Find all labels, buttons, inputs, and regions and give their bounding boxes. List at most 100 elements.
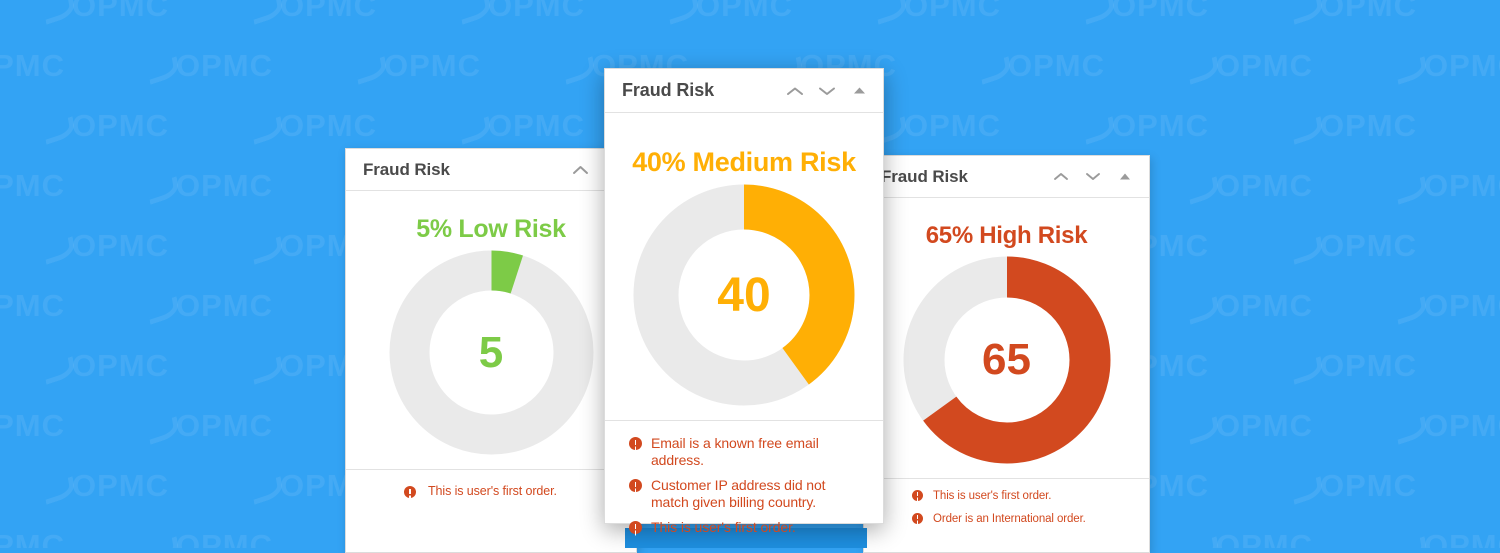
swoosh-check-icon xyxy=(564,58,590,80)
watermark-opmc: OPMC xyxy=(1188,48,1313,84)
panel-body: 65% High Risk 65 This is user's first or… xyxy=(864,198,1149,538)
alert-exclamation-icon xyxy=(912,490,923,501)
swoosh-check-icon xyxy=(1084,118,1110,140)
swoosh-check-icon xyxy=(1292,238,1318,260)
watermark-opmc: OPMC xyxy=(460,0,585,24)
watermark-opmc: OPMC xyxy=(876,108,1001,144)
swoosh-check-icon xyxy=(44,478,70,500)
watermark-opmc: OPMC xyxy=(1188,528,1313,548)
swoosh-check-icon xyxy=(252,478,278,500)
swoosh-check-icon xyxy=(1188,418,1214,440)
fraud-risk-panel-medium: Fraud Risk 40% Medium Risk 40 Email is a… xyxy=(604,68,884,535)
watermark-opmc: OPMC xyxy=(876,0,1001,24)
swoosh-check-icon xyxy=(44,358,70,380)
fraud-risk-panel-high: Fraud Risk 65% High Risk 65 This is user… xyxy=(863,155,1150,553)
swoosh-check-icon xyxy=(44,118,70,140)
watermark-opmc: OPMC xyxy=(1396,168,1500,204)
list-item: This is user's first order. xyxy=(404,484,620,500)
warning-text: Customer IP address did not match given … xyxy=(651,477,826,510)
alert-exclamation-icon xyxy=(912,513,923,524)
watermark-opmc: OPMC xyxy=(148,48,273,84)
watermark-opmc: OPMC xyxy=(44,108,169,144)
watermark-opmc: OPMC xyxy=(1084,108,1209,144)
donut-chart: 65 xyxy=(903,256,1111,464)
swoosh-check-icon xyxy=(1188,178,1214,200)
swoosh-check-icon xyxy=(148,538,174,548)
chevron-up-icon[interactable] xyxy=(785,81,805,101)
watermark-opmc: OPMC xyxy=(1292,0,1417,24)
donut-center-value: 65 xyxy=(982,335,1031,384)
donut-chart: 40 xyxy=(633,184,855,406)
warning-text: This is user's first order. xyxy=(933,490,1052,502)
watermark-opmc: OPMC xyxy=(1396,48,1500,84)
swoosh-check-icon xyxy=(980,58,1006,80)
warning-text: This is user's first order. xyxy=(651,519,796,535)
list-item: Customer IP address did not match given … xyxy=(629,477,865,510)
donut-chart-wrapper: 65 xyxy=(864,256,1149,464)
risk-label: 40% Medium Risk xyxy=(632,147,856,177)
watermark-opmc: OPMC xyxy=(44,468,169,504)
donut-center-value: 5 xyxy=(478,327,504,377)
chevron-up-icon[interactable] xyxy=(1051,167,1071,187)
triangle-up-icon[interactable] xyxy=(849,81,869,101)
swoosh-check-icon xyxy=(1292,358,1318,380)
watermark-opmc: OPMC xyxy=(1084,0,1209,24)
swoosh-check-icon xyxy=(1188,298,1214,320)
chevron-down-icon[interactable] xyxy=(817,81,837,101)
list-item: This is user's first order. xyxy=(912,489,1135,503)
swoosh-check-icon xyxy=(44,238,70,260)
triangle-up-icon[interactable] xyxy=(1115,167,1135,187)
swoosh-check-icon xyxy=(460,0,486,20)
watermark-opmc: OPMC xyxy=(252,0,377,24)
watermark-opmc: OPMC xyxy=(148,528,273,548)
swoosh-check-icon xyxy=(668,0,694,20)
alert-exclamation-icon xyxy=(404,486,416,498)
watermark-opmc: OPMC xyxy=(148,408,273,444)
donut-center-value: 40 xyxy=(717,268,771,322)
watermark-opmc: OPMC xyxy=(0,168,65,203)
list-item: Order is an International order. xyxy=(912,512,1135,526)
page-title: Fraud Risk xyxy=(881,166,968,186)
risk-label: 65% High Risk xyxy=(925,222,1088,249)
panel-header: Fraud Risk xyxy=(346,149,636,191)
swoosh-check-icon xyxy=(148,298,174,320)
swoosh-check-icon xyxy=(1396,298,1422,320)
watermark-opmc: OPMC xyxy=(1188,288,1313,324)
swoosh-check-icon xyxy=(1396,538,1422,548)
panel-controls xyxy=(1051,167,1135,187)
swoosh-check-icon xyxy=(1188,538,1214,548)
swoosh-check-icon xyxy=(252,358,278,380)
donut-chart: 5 xyxy=(389,250,594,455)
chevron-down-icon[interactable] xyxy=(1083,167,1103,187)
watermark-opmc: OPMC xyxy=(148,288,273,324)
watermark-opmc: OPMC xyxy=(0,48,65,83)
swoosh-check-icon xyxy=(148,58,174,80)
watermark-opmc: OPMC xyxy=(1396,408,1500,444)
swoosh-check-icon xyxy=(252,0,278,20)
watermark-opmc: OPMC xyxy=(0,528,65,548)
watermark-opmc: OPMC xyxy=(44,348,169,384)
swoosh-check-icon xyxy=(1396,178,1422,200)
warning-text: This is user's first order. xyxy=(428,484,557,498)
list-item: This is user's first order. xyxy=(629,519,865,536)
chevron-up-icon[interactable] xyxy=(570,160,590,180)
swoosh-check-icon xyxy=(1292,118,1318,140)
watermark-opmc: OPMC xyxy=(44,0,169,24)
watermark-opmc: OPMC xyxy=(0,408,65,443)
watermark-opmc: OPMC xyxy=(668,0,793,24)
panel-body: 40% Medium Risk 40 Email is a known free… xyxy=(605,113,883,550)
alert-exclamation-icon xyxy=(629,521,642,534)
swoosh-check-icon xyxy=(1188,58,1214,80)
warning-text: Email is a known free email address. xyxy=(651,435,819,468)
fraud-risk-panel-low: Fraud Risk 5% Low Risk 5 This is user's … xyxy=(345,148,637,553)
list-item: Email is a known free email address. xyxy=(629,435,865,468)
panel-controls xyxy=(785,81,869,101)
alert-exclamation-icon xyxy=(629,479,642,492)
watermark-opmc: OPMC xyxy=(460,108,585,144)
swoosh-check-icon xyxy=(1292,478,1318,500)
panel-body: 5% Low Risk 5 This is user's first order… xyxy=(346,191,636,514)
swoosh-check-icon xyxy=(252,238,278,260)
swoosh-check-icon xyxy=(876,0,902,20)
page-title: Fraud Risk xyxy=(622,80,715,100)
risk-label: 5% Low Risk xyxy=(416,215,566,243)
